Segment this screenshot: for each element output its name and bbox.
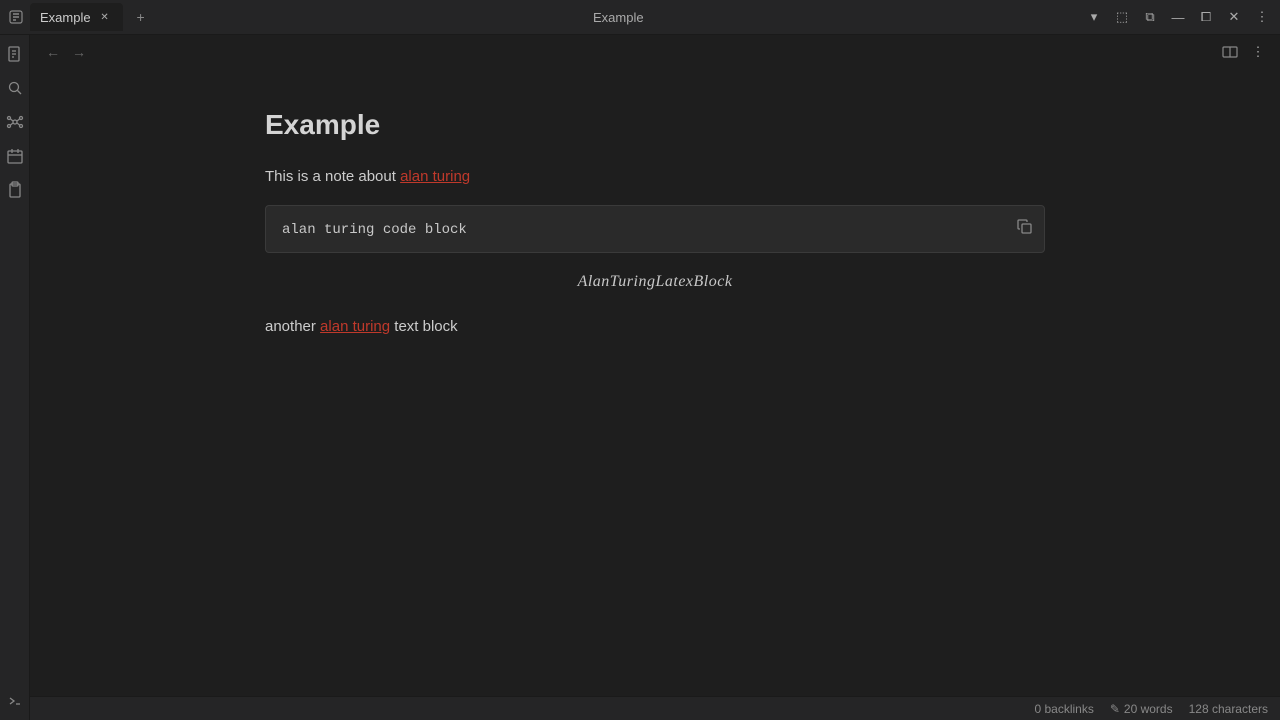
more-options-button[interactable]: ⋮ (1252, 7, 1272, 27)
minimize-button[interactable]: — (1168, 7, 1188, 27)
backlinks-status: 0 backlinks (1034, 702, 1093, 716)
alan-turing-link-2[interactable]: alan turing (320, 318, 390, 335)
characters-text: 128 characters (1189, 702, 1268, 716)
content-wrapper: ← → ⋮ Example This is a note about alan … (30, 35, 1280, 720)
layout-button[interactable]: ⬚ (1112, 7, 1132, 27)
page-scroll-area: Example This is a note about alan turing… (30, 69, 1280, 696)
files-icon[interactable] (4, 43, 26, 65)
words-text: 20 words (1124, 702, 1173, 716)
latex-text: AlanTuringLatexBlock (578, 273, 733, 290)
alan-turing-link-1[interactable]: alan turing (400, 168, 470, 185)
paragraph-1: This is a note about alan turing (265, 165, 1045, 189)
sidebar (0, 35, 30, 720)
calendar-icon[interactable] (4, 145, 26, 167)
split-view-button[interactable]: ⧉ (1140, 7, 1160, 27)
paragraph-1-prefix: This is a note about (265, 168, 400, 185)
window-title: Example (593, 10, 644, 25)
right-toolbar: ⋮ (1220, 42, 1268, 62)
characters-status: 128 characters (1189, 702, 1268, 716)
new-tab-button[interactable]: + (129, 5, 153, 29)
title-bar-left: Example ✕ + (8, 3, 153, 31)
active-tab[interactable]: Example ✕ (30, 3, 123, 31)
code-block-wrapper: alan turing code block (265, 205, 1045, 253)
paragraph-2-prefix: another (265, 318, 320, 335)
tab-close-button[interactable]: ✕ (97, 9, 113, 25)
tab-label: Example (40, 10, 91, 25)
restore-button[interactable]: ⧠ (1196, 7, 1216, 27)
page-title: Example (265, 109, 1045, 141)
title-bar-center: Example (153, 10, 1084, 25)
code-block-content: alan turing code block (282, 222, 467, 238)
page-area: Example This is a note about alan turing… (205, 69, 1105, 696)
app-icon (8, 9, 24, 25)
copy-button[interactable] (1012, 214, 1036, 238)
main-layout: ← → ⋮ Example This is a note about alan … (0, 35, 1280, 720)
latex-block: AlanTuringLatexBlock (265, 273, 1045, 291)
nav-arrows: ← → (42, 42, 90, 62)
status-bar: 0 backlinks ✎ 20 words 128 characters (30, 696, 1280, 720)
terminal-icon[interactable] (4, 690, 26, 712)
title-bar: Example ✕ + Example ▾ ⬚ ⧉ — ⧠ ✕ ⋮ (0, 0, 1280, 35)
forward-button[interactable]: → (68, 42, 90, 62)
search-icon[interactable] (4, 77, 26, 99)
clipboard-icon[interactable] (4, 179, 26, 201)
graph-icon[interactable] (4, 111, 26, 133)
paragraph-2-suffix: text block (390, 318, 458, 335)
edit-icon: ✎ (1110, 702, 1120, 716)
layout-toggle-button[interactable] (1220, 42, 1240, 62)
paragraph-2: another alan turing text block (265, 315, 1045, 339)
back-button[interactable]: ← (42, 42, 64, 62)
top-toolbar: ← → ⋮ (30, 35, 1280, 69)
more-button[interactable]: ⋮ (1248, 42, 1268, 62)
backlinks-text: 0 backlinks (1034, 702, 1093, 716)
close-button[interactable]: ✕ (1224, 7, 1244, 27)
edit-icon-status: ✎ 20 words (1110, 702, 1173, 716)
title-bar-right: ▾ ⬚ ⧉ — ⧠ ✕ ⋮ (1084, 7, 1272, 27)
dropdown-button[interactable]: ▾ (1084, 7, 1104, 27)
